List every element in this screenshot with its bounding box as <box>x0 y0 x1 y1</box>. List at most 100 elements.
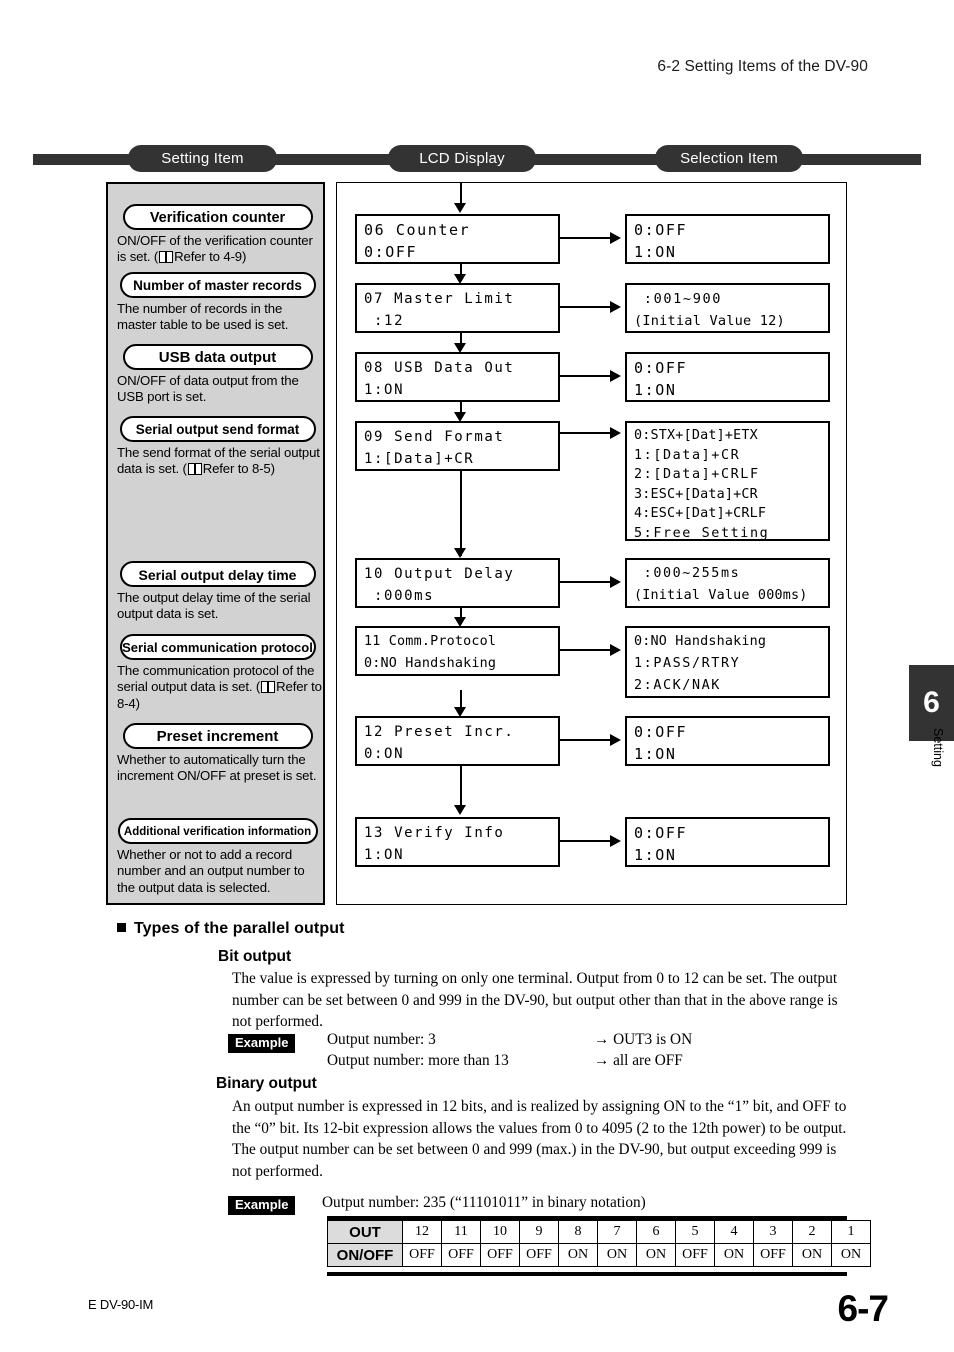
table-cell-out: 2 <box>792 1220 832 1244</box>
example-bit-row-2-left: Output number: more than 13 <box>327 1052 509 1069</box>
selection-options-counter: 0:OFF 1:ON <box>625 214 830 264</box>
flow-arrow-down-icon <box>454 805 466 815</box>
table-cell-out: 7 <box>597 1220 637 1244</box>
lcd-line-2: :12 <box>364 313 405 329</box>
flow-connector <box>460 759 462 809</box>
flow-arrow-right-icon <box>610 734 621 746</box>
bit-output-paragraph: The value is expressed by turning on onl… <box>232 970 838 1030</box>
lcd-screen-08-usb-data-out: 08 USB Data Out 1:ON <box>355 352 560 402</box>
table-cell-out: 6 <box>636 1220 676 1244</box>
selection-line: 1:PASS/RTRY <box>634 656 741 671</box>
example-binary-caption: Output number: 235 (“11101011” in binary… <box>322 1194 646 1211</box>
table-cell-out: 3 <box>753 1220 793 1244</box>
table-cell-onoff: OFF <box>675 1243 715 1267</box>
table-cell-onoff: ON <box>714 1243 754 1267</box>
setting-item-entry: Serial output delay time The output dela… <box>108 561 327 623</box>
subheading-bit-output: Bit output <box>218 948 292 965</box>
binary-output-table: OUT 12 11 10 9 8 7 6 5 4 3 2 1 ON/OFF OF… <box>327 1220 871 1267</box>
selection-line: 0:OFF <box>634 221 688 239</box>
setting-item-description: ON/OFF of the verification counter is se… <box>117 233 322 266</box>
selection-line: 1:ON <box>634 846 677 864</box>
table-cell-out: 8 <box>558 1220 598 1244</box>
footer-page-number: 6-7 <box>837 1288 889 1329</box>
setting-item-label: Serial output delay time <box>119 561 316 587</box>
selection-line: 1:[Data]+CR <box>634 447 741 463</box>
flow-connector <box>460 464 462 556</box>
selection-options-send-format: 0:STX+[Dat]+ETX 1:[Data]+CR 2:[Data]+CRLF 3… <box>625 421 830 541</box>
setting-item-label: Serial output send format <box>119 416 316 442</box>
selection-line: (Initial Value 000ms) <box>634 588 808 603</box>
setting-item-description: Whether to automatically turn the increm… <box>117 752 317 784</box>
flow-connector <box>560 840 612 842</box>
setting-item-entry: Serial communication protocol The commun… <box>108 634 327 712</box>
setting-item-entry: USB data output ON/OFF of data output fr… <box>108 344 327 406</box>
subheading-binary-output: Binary output <box>216 1075 317 1092</box>
setting-item-label: Preset increment <box>122 723 313 749</box>
lcd-line-1: 09 Send Format <box>364 429 505 445</box>
table-cell-out: 12 <box>402 1220 442 1244</box>
selection-line: 1:ON <box>634 381 677 399</box>
flow-arrow-right-icon <box>610 370 621 382</box>
table-row-out: OUT 12 11 10 9 8 7 6 5 4 3 2 1 <box>327 1220 871 1244</box>
lcd-screen-09-send-format: 09 Send Format 1:[Data]+CR <box>355 421 560 471</box>
caption-setting-item: Setting Item <box>128 145 277 172</box>
flow-connector <box>560 306 612 308</box>
flow-arrow-right-icon <box>610 301 621 313</box>
setting-item-entry: Preset increment Whether to automaticall… <box>108 723 327 785</box>
table-cell-onoff: OFF <box>519 1243 559 1267</box>
table-cell-out: 4 <box>714 1220 754 1244</box>
lcd-screen-07-master-limit: 07 Master Limit :12 <box>355 283 560 333</box>
selection-line: 5:Free Setting <box>634 525 770 541</box>
setting-item-entry: Verification counter ON/OFF of the verif… <box>108 204 327 266</box>
chapter-label: Setting <box>931 728 945 767</box>
table-row-onoff: ON/OFF OFF OFF OFF OFF ON ON ON OFF ON O… <box>327 1243 871 1267</box>
selection-options-master-limit: :001~900 (Initial Value 12) <box>625 283 830 333</box>
selection-line: 0:OFF <box>634 824 688 842</box>
setting-item-description: The send format of the serial output dat… <box>117 445 322 478</box>
selection-line: (Initial Value 12) <box>634 313 785 329</box>
book-reference-icon <box>187 463 202 476</box>
book-reference-icon <box>261 681 276 694</box>
lcd-line-2: 0:ON <box>364 746 405 762</box>
table-cell-onoff: ON <box>597 1243 637 1267</box>
example-badge-bit: Example <box>228 1034 296 1053</box>
flow-arrow-right-icon <box>610 835 621 847</box>
lcd-line-2: :000ms <box>364 588 435 604</box>
table-cell-out: 9 <box>519 1220 559 1244</box>
selection-options-usb-data-out: 0:OFF 1:ON <box>625 352 830 402</box>
selection-line: 0:NO Handshaking <box>634 634 767 649</box>
example-badge-binary: Example <box>228 1196 296 1215</box>
lcd-screen-10-output-delay: 10 Output Delay :000ms <box>355 558 560 608</box>
setting-item-label: Serial communication protocol <box>119 634 316 660</box>
selection-line: 0:OFF <box>634 359 688 377</box>
table-cell-onoff: ON <box>636 1243 676 1267</box>
selection-line: 1:ON <box>634 745 677 763</box>
flow-arrow-right-icon <box>610 576 621 588</box>
header-title: 6-2 Setting Items of the DV-90 <box>657 58 868 75</box>
lcd-line-1: 08 USB Data Out <box>364 360 515 376</box>
lcd-line-2: 0:NO Handshaking <box>364 656 497 671</box>
lcd-line-1: 12 Preset Incr. <box>364 724 515 740</box>
table-cell-onoff: OFF <box>402 1243 442 1267</box>
lcd-screen-12-preset-incr: 12 Preset Incr. 0:ON <box>355 716 560 766</box>
example-bit-row-2-right: → all are OFF <box>594 1052 683 1069</box>
table-cell-out: 1 <box>831 1220 871 1244</box>
lcd-line-2: 1:ON <box>364 382 405 398</box>
lcd-line-1: 13 Verify Info <box>364 825 505 841</box>
square-bullet-icon <box>117 923 126 932</box>
flow-connector <box>560 375 612 377</box>
setting-item-entry: Additional verification information Whet… <box>108 818 327 896</box>
book-reference-icon <box>159 251 174 264</box>
setting-item-description: Whether or not to add a record number an… <box>117 847 305 895</box>
lcd-line-1: 07 Master Limit <box>364 291 515 307</box>
selection-line: :000~255ms <box>634 566 741 581</box>
section-heading-text: Types of the parallel output <box>134 920 345 937</box>
flow-arrow-right-icon <box>610 644 621 656</box>
setting-item-label: Verification counter <box>122 204 313 230</box>
table-rowheader-onoff: ON/OFF <box>327 1243 403 1267</box>
footer-document-id: E DV-90-IM <box>88 1297 154 1312</box>
setting-item-label: Number of master records <box>119 272 316 298</box>
example-bit-row-1-left: Output number: 3 <box>327 1031 436 1048</box>
selection-options-preset-incr: 0:OFF 1:ON <box>625 716 830 766</box>
caption-selection-item: Selection Item <box>655 145 803 172</box>
